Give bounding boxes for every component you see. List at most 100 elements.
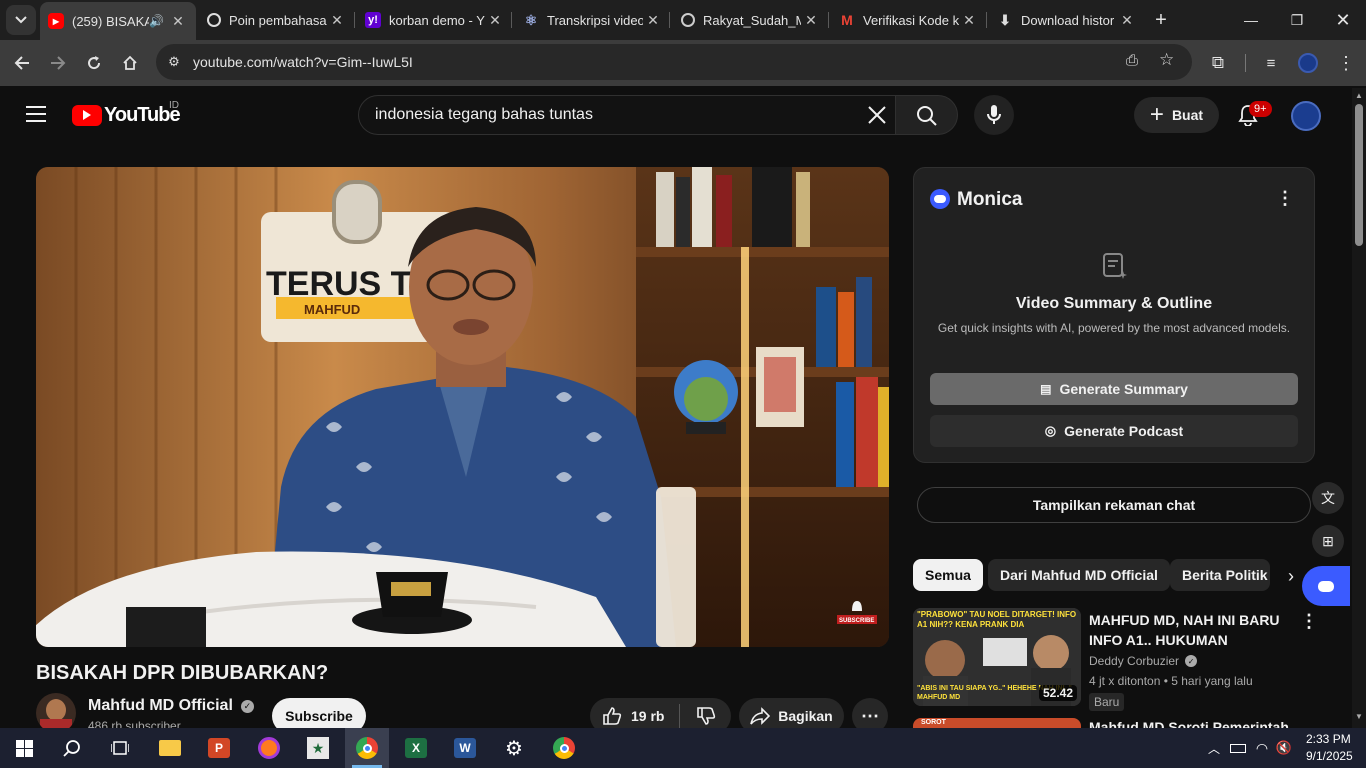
address-bar[interactable]: ⚙ youtube.com/watch?v=Gim--IuwL5I ⎙ ☆ (156, 44, 1192, 80)
youtube-play-icon (72, 104, 102, 126)
tab-yahoo[interactable]: y! korban demo - Y ✕ (365, 6, 505, 34)
monica-float-icon[interactable] (1302, 566, 1350, 606)
rec-channel[interactable]: Deddy Corbuzier ✓ (1089, 654, 1198, 668)
rec-title-2[interactable]: Mahfud MD Soroti Pemerintah (1089, 719, 1291, 728)
restore-button[interactable]: ❐ (1282, 5, 1312, 35)
home-button[interactable] (115, 48, 145, 78)
tab-transkripsi[interactable]: ⚛ Transkripsi video ✕ (523, 6, 663, 34)
extensions-icon[interactable]: ⧉ (1203, 48, 1233, 78)
new-tab-button[interactable]: + (1146, 5, 1176, 35)
translate-tool-icon[interactable]: 文 (1312, 482, 1344, 514)
monica-logo-icon (930, 189, 950, 209)
browser-menu-icon[interactable]: ⋮ (1331, 48, 1361, 78)
install-app-icon[interactable]: ⎙ (1126, 52, 1138, 69)
generate-summary-button[interactable]: ▤ Generate Summary (930, 373, 1298, 405)
rec-title[interactable]: MAHFUD MD, NAH INI BARU INFO A1.. HUKUMA… (1089, 610, 1291, 650)
scroll-down-icon[interactable]: ▼ (1355, 712, 1363, 721)
scrollbar-thumb[interactable] (1355, 104, 1363, 246)
windows-taskbar: P ★ X W ⚙ ︿ ◠ 🔇 2:33 PM 9/1/2025 (0, 728, 1366, 768)
close-icon[interactable]: ✕ (801, 12, 821, 29)
apps-tool-icon[interactable]: ⊞ (1312, 525, 1344, 557)
rec-thumbnail-2[interactable]: SOROT (913, 718, 1081, 728)
clear-search-icon[interactable] (867, 105, 887, 130)
search-box[interactable]: indonesia tegang bahas tuntas (358, 95, 896, 135)
tab-chatgpt[interactable]: Poin pembahasa ✕ (207, 6, 347, 34)
chip-next-icon[interactable]: › (1278, 561, 1304, 591)
tab-search-dropdown[interactable] (6, 5, 36, 35)
firefox-icon[interactable] (253, 732, 285, 764)
create-button[interactable]: + Buat (1134, 97, 1219, 133)
youtube-logo[interactable]: YouTube (72, 104, 181, 126)
task-view-icon[interactable] (104, 732, 136, 764)
rec-menu-icon[interactable]: ⋮ (1300, 611, 1318, 632)
close-icon[interactable]: ✕ (168, 13, 188, 30)
generate-podcast-button[interactable]: ◎ Generate Podcast (930, 415, 1298, 447)
thumbs-down-icon (696, 707, 715, 725)
tab-gmail[interactable]: M Verifikasi Kode k ✕ (839, 6, 979, 34)
search-input[interactable]: indonesia tegang bahas tuntas (375, 106, 593, 124)
video-player[interactable]: TERUS TE MAHFUD SUBSCRIBE (36, 167, 889, 647)
profile-avatar[interactable] (1293, 48, 1323, 78)
scroll-up-icon[interactable]: ▲ (1355, 91, 1363, 100)
excel-icon[interactable]: X (400, 732, 432, 764)
yahoo-icon: y! (365, 12, 381, 28)
close-icon[interactable]: ✕ (1117, 12, 1137, 29)
settings-gear-icon[interactable]: ⚙ (498, 732, 530, 764)
plus-icon: + (1149, 101, 1164, 128)
minimize-button[interactable]: — (1236, 5, 1266, 35)
reload-button[interactable] (79, 48, 109, 78)
guide-menu-icon[interactable] (20, 98, 52, 130)
tab-divider (828, 12, 829, 28)
chrome-profile-icon[interactable] (345, 728, 389, 768)
tab-youtube[interactable]: ▶ (259) BISAKA 🔊 ✕ (40, 2, 196, 40)
channel-avatar[interactable] (36, 693, 76, 733)
share-icon (750, 707, 771, 725)
close-icon[interactable]: ✕ (643, 12, 663, 29)
close-icon[interactable]: ✕ (327, 12, 347, 29)
tab-divider (354, 12, 355, 28)
search-button[interactable] (895, 95, 958, 135)
clock-time[interactable]: 2:33 PM (1306, 732, 1351, 746)
speaker-icon[interactable]: 🔊 (149, 14, 164, 28)
rec-thumbnail[interactable]: "PRABOWO" TAU NOEL DITARGET! INFO A1 NIH… (913, 608, 1081, 706)
rec-thumb-top-text-2: SOROT (921, 719, 946, 726)
url-text[interactable]: youtube.com/watch?v=Gim--IuwL5I (193, 54, 413, 70)
account-avatar[interactable] (1291, 101, 1321, 131)
chip-all[interactable]: Semua (913, 559, 983, 591)
thumbs-up-icon (603, 707, 622, 725)
close-icon[interactable]: ✕ (485, 12, 505, 29)
app-star-icon[interactable]: ★ (302, 732, 334, 764)
close-window-button[interactable]: ✕ (1328, 5, 1358, 35)
subscribe-watermark: SUBSCRIBE (839, 618, 874, 624)
star-icon[interactable]: ☆ (1159, 50, 1174, 70)
voice-search-button[interactable] (974, 95, 1014, 135)
sign-subtext: MAHFUD (304, 302, 360, 317)
media-control-icon[interactable]: ≡ (1256, 48, 1286, 78)
verified-icon: ✓ (240, 699, 254, 713)
channel-name[interactable]: Mahfud MD Official ✓ (88, 697, 254, 715)
monica-title: Monica (957, 189, 1023, 210)
arrow-right-icon (51, 56, 66, 70)
tab-rakyat[interactable]: Rakyat_Sudah_M ✕ (681, 6, 821, 34)
chrome-icon[interactable] (548, 732, 580, 764)
kebab-menu-icon[interactable]: ⋮ (1276, 188, 1294, 209)
chip-from-channel[interactable]: Dari Mahfud MD Official (988, 559, 1170, 591)
word-icon[interactable]: W (449, 732, 481, 764)
site-info-icon[interactable]: ⚙ (164, 52, 184, 72)
powerpoint-icon[interactable]: P (203, 732, 235, 764)
close-icon[interactable]: ✕ (959, 12, 979, 29)
chevron-down-icon (15, 16, 27, 24)
chip-politik[interactable]: Berita Politik (1170, 559, 1270, 591)
forward-button[interactable] (43, 48, 73, 78)
home-icon (123, 55, 137, 70)
back-button[interactable] (7, 48, 37, 78)
file-explorer-icon[interactable] (154, 732, 186, 764)
tab-download[interactable]: ⬇ Download histor ✕ (997, 6, 1137, 34)
clock-date[interactable]: 9/1/2025 (1306, 749, 1353, 763)
show-chat-replay-button[interactable]: Tampilkan rekaman chat (917, 487, 1311, 523)
page-scrollbar[interactable]: ▲ ▼ (1352, 88, 1366, 728)
chatgpt-icon (207, 13, 221, 27)
windows-start-icon[interactable] (8, 732, 40, 764)
search-icon[interactable] (56, 732, 88, 764)
volume-muted-icon[interactable]: 🔇 (1268, 732, 1300, 764)
